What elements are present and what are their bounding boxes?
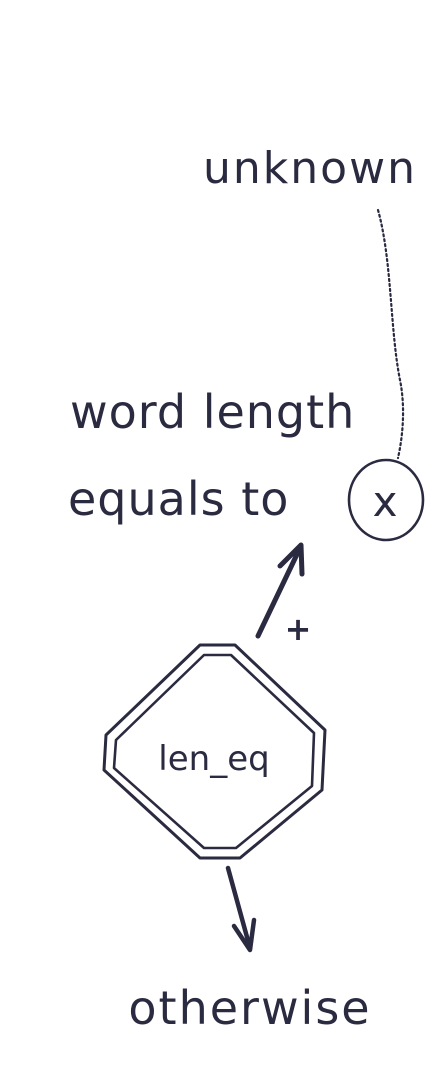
node-label: len_eq — [158, 739, 269, 779]
diagram-canvas: unknown word length equals to x + len_eq… — [0, 0, 442, 1080]
unknown-connector-line — [376, 208, 405, 460]
otherwise-label: otherwise — [128, 981, 371, 1035]
condition-text-line2: equals to — [68, 472, 289, 526]
diagram-svg: unknown word length equals to x + len_eq… — [68, 143, 425, 1035]
condition-text-line1: word length — [70, 385, 355, 439]
positive-sign: + — [285, 610, 312, 648]
unknown-label: unknown — [203, 143, 417, 194]
variable-x: x — [373, 477, 398, 526]
